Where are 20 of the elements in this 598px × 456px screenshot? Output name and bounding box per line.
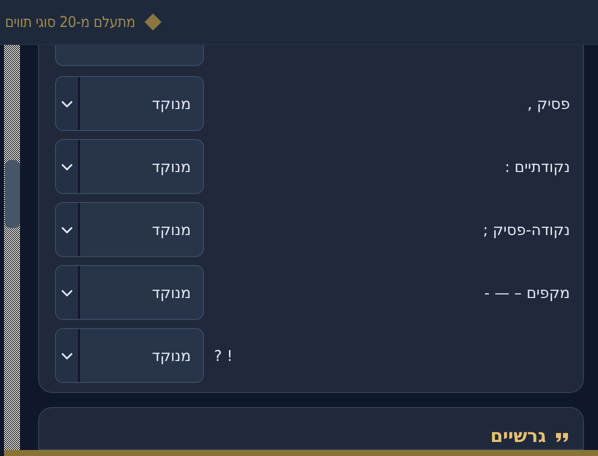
chevron-icon: [56, 266, 80, 319]
row-label: נקודתיים :: [504, 158, 570, 176]
dropdown[interactable]: מנוקד: [55, 76, 204, 131]
header-title: מתעלם מ-20 סוגי תווים: [5, 13, 136, 31]
dropdown[interactable]: מנוקד: [55, 328, 204, 383]
row-label: ! ?: [214, 346, 233, 364]
chevron-icon: [56, 329, 80, 382]
section-title: גרשיים: [490, 426, 546, 447]
scrollbar-track[interactable]: [4, 45, 20, 450]
dropdown[interactable]: מנוקד: [55, 139, 204, 194]
row-label: מקפים – — -: [484, 284, 570, 302]
chevron-icon: [56, 140, 80, 193]
row-label: פסיק ,: [527, 94, 570, 112]
dropdown[interactable]: מנוקד: [55, 265, 204, 320]
chevron-icon: [56, 203, 80, 256]
chevron-icon: [56, 77, 80, 130]
dropdown[interactable]: מנוקד: [55, 202, 204, 257]
row-label: נקודה-פסיק ;: [482, 220, 570, 238]
quote-icon: [555, 432, 569, 442]
scrollbar-thumb[interactable]: [5, 160, 20, 228]
